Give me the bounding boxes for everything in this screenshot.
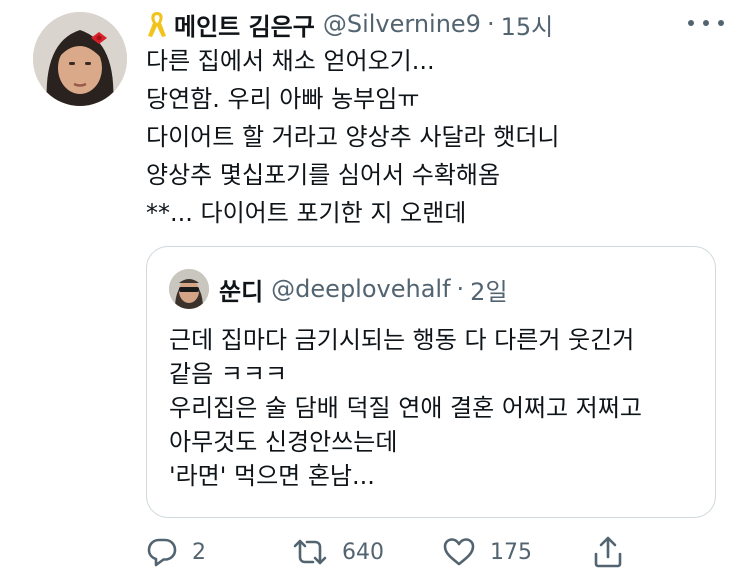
quoted-text: 근데 집마다 금기시되는 행동 다 다른거 웃긴거 같음 ㅋㅋㅋ 우리집은 술 …	[169, 323, 699, 493]
quoted-dot-separator: ·	[456, 275, 465, 303]
action-bar: 2 640 175	[146, 530, 646, 574]
quoted-text-line: 같음 ㅋㅋㅋ	[169, 360, 288, 388]
dot-separator: ·	[486, 10, 495, 38]
share-icon	[594, 536, 622, 568]
reply-button[interactable]: 2	[146, 530, 206, 574]
yellow-ribbon-icon	[148, 12, 166, 37]
quoted-timestamp: 2일	[470, 277, 508, 306]
retweet-icon	[293, 539, 327, 565]
tweet-text-line: 다이어트 할 거라고 양상추 사달라 햇더니	[146, 123, 560, 151]
retweet-button[interactable]: 640	[292, 530, 384, 574]
tweet-text-line: 양상추 몇십포기를 심어서 수확해옴	[146, 161, 501, 189]
quoted-header: 쑨디 @deeplovehalf · 2일	[219, 271, 508, 307]
reply-icon	[147, 538, 177, 567]
avatar[interactable]	[33, 12, 127, 106]
more-icon[interactable]	[688, 16, 724, 30]
quoted-text-line: '라면' 먹으면 혼남...	[169, 462, 375, 490]
tweet-header: 메인트 김은구 @Silvernine9 · 15시	[146, 6, 553, 42]
more-dot	[718, 20, 724, 26]
share-button[interactable]	[592, 530, 624, 574]
quoted-user-handle: @deeplovehalf	[271, 275, 451, 303]
tweet-text-line: 다른 집에서 채소 얻어오기...	[146, 47, 435, 75]
tweet-timestamp[interactable]: 15시	[501, 7, 554, 42]
avatar-image	[33, 12, 127, 106]
quoted-avatar	[169, 269, 209, 309]
quoted-display-name: 쑨디	[219, 277, 264, 306]
user-handle[interactable]: @Silvernine9	[323, 10, 481, 38]
quoted-tweet[interactable]: 쑨디 @deeplovehalf · 2일 근데 집마다 금기시되는 행동 다 …	[146, 246, 716, 518]
quoted-text-line: 우리집은 술 담배 덕질 연애 결혼 어쩌고 저쩌고	[169, 394, 642, 422]
retweet-count: 640	[342, 539, 384, 565]
heart-icon	[443, 538, 475, 566]
tweet-text-line: **... 다이어트 포기한 지 오랜데	[146, 199, 467, 227]
quoted-text-line: 아무것도 신경안쓰는데	[169, 428, 398, 456]
quoted-avatar-image	[169, 269, 209, 309]
more-dot	[703, 20, 709, 26]
like-button[interactable]: 175	[442, 530, 532, 574]
reply-count: 2	[192, 539, 206, 565]
tweet-text: 다른 집에서 채소 얻어오기... 당연함. 우리 아빠 농부임ㅠ 다이어트 할…	[146, 42, 726, 232]
more-dot	[688, 20, 694, 26]
quoted-text-line: 근데 집마다 금기시되는 행동 다 다른거 웃긴거	[169, 326, 635, 354]
display-name[interactable]: 메인트 김은구	[174, 7, 315, 42]
like-count: 175	[490, 539, 532, 565]
tweet-text-line: 당연함. 우리 아빠 농부임ㅠ	[146, 85, 420, 113]
